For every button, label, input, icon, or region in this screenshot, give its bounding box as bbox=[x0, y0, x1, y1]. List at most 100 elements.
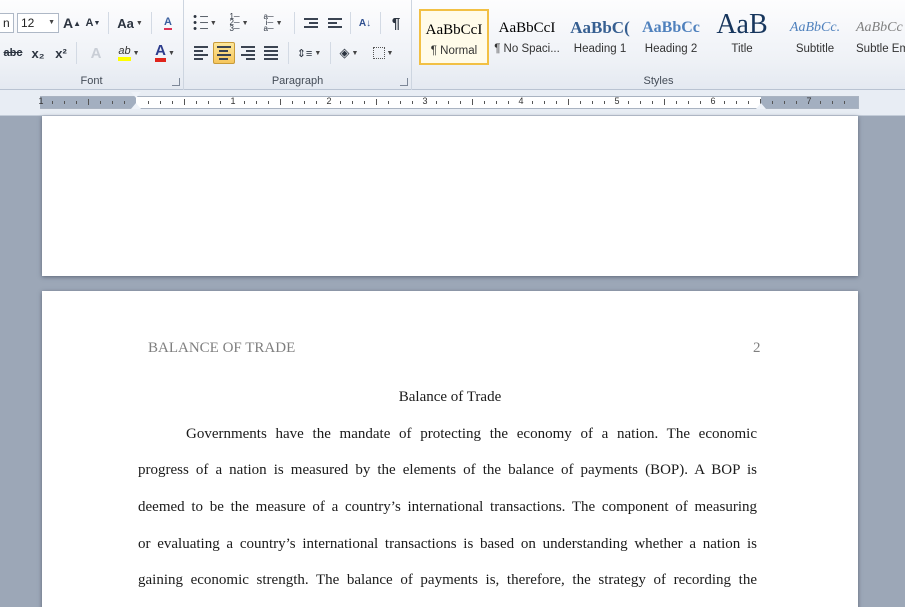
ruler-tick bbox=[244, 101, 245, 104]
ruler-number: 2 bbox=[326, 96, 332, 106]
align-left-icon bbox=[194, 44, 208, 62]
text-effects-button[interactable]: A bbox=[84, 42, 108, 64]
decrease-indent-button[interactable] bbox=[300, 12, 322, 34]
ruler-tick bbox=[292, 101, 293, 104]
ruler-tick bbox=[628, 101, 629, 104]
dialog-launcher-icon[interactable] bbox=[172, 78, 180, 86]
ruler-tick bbox=[472, 99, 473, 105]
highlight-button[interactable]: ab ▼ bbox=[113, 42, 145, 64]
font-color-button[interactable]: A ▼ bbox=[150, 42, 180, 64]
divider bbox=[288, 42, 289, 64]
increase-indent-icon bbox=[328, 16, 342, 30]
font-size-combo[interactable]: 12 ▼ bbox=[17, 13, 59, 33]
ruler-tick bbox=[844, 101, 845, 104]
ruler-tick bbox=[724, 101, 725, 104]
paragraph-line: progress of a nation is measured by the … bbox=[138, 462, 757, 478]
increase-indent-button[interactable] bbox=[324, 12, 346, 34]
font-size-value: 12 bbox=[21, 16, 35, 30]
ruler-tick bbox=[700, 101, 701, 104]
divider bbox=[330, 42, 331, 64]
style-subtle-emphasis[interactable]: AaBbCc Subtle Em bbox=[852, 9, 905, 65]
style-name: ¶ No Spaci... bbox=[494, 43, 560, 55]
hanging-indent-marker[interactable] bbox=[131, 103, 141, 109]
ruler-tick bbox=[304, 101, 305, 104]
align-center-icon bbox=[217, 44, 231, 62]
style-title[interactable]: AaB Title bbox=[707, 9, 777, 65]
ruler-tick bbox=[640, 101, 641, 104]
ruler-tick bbox=[460, 101, 461, 104]
ruler-tick bbox=[196, 101, 197, 104]
ruler-number: 7 bbox=[806, 96, 812, 106]
document-page[interactable]: BALANCE OF TRADE 2 Balance of Trade Gove… bbox=[42, 291, 858, 607]
highlighter-icon: ab bbox=[118, 45, 131, 61]
style-name: ¶ Normal bbox=[430, 45, 478, 57]
right-indent-marker[interactable] bbox=[756, 103, 766, 109]
ruler-tick bbox=[556, 101, 557, 104]
chevron-down-icon: ▼ bbox=[132, 49, 140, 57]
paragraph-group: • ─ • ─ • ─ ▼ 1─ 2─ 3─ ▼ a─ i─ a─ ▼ A↓ ¶ ⇕≡ ▼ ◈ ▼ … bbox=[184, 0, 412, 90]
decrease-indent-icon bbox=[304, 16, 318, 30]
document-page[interactable] bbox=[42, 116, 858, 276]
divider bbox=[380, 12, 381, 34]
justify-button[interactable] bbox=[260, 42, 282, 64]
font-name-combo[interactable]: n bbox=[0, 13, 14, 33]
ruler-tick bbox=[832, 101, 833, 104]
numbering-button[interactable]: 1─ 2─ 3─ ▼ bbox=[224, 12, 254, 34]
style-name: Heading 1 bbox=[573, 43, 627, 55]
sort-button[interactable]: A↓ bbox=[354, 12, 376, 34]
align-right-icon bbox=[241, 44, 255, 62]
align-right-button[interactable] bbox=[237, 42, 259, 64]
ruler-tick bbox=[124, 101, 125, 104]
strikethrough-button[interactable]: abc bbox=[3, 42, 23, 64]
style-sample: AaBbCcI bbox=[425, 22, 483, 38]
ruler-tick bbox=[280, 99, 281, 105]
ruler-tick bbox=[352, 101, 353, 104]
ruler-tick bbox=[772, 101, 773, 104]
chevron-down-icon: ▼ bbox=[135, 19, 143, 27]
style-heading-2[interactable]: AaBbCc Heading 2 bbox=[636, 9, 706, 65]
ruler-tick bbox=[112, 101, 113, 104]
paragraph-group-label: Paragraph bbox=[271, 75, 324, 87]
ruler-tick bbox=[676, 101, 677, 104]
chevron-down-icon: ▼ bbox=[386, 49, 394, 57]
style-heading-1[interactable]: AaBbC( Heading 1 bbox=[565, 9, 635, 65]
chevron-down-icon: ▼ bbox=[241, 19, 249, 27]
ruler-tick bbox=[376, 99, 377, 105]
paragraph-line: or evaluating a country’s international … bbox=[138, 536, 757, 552]
ruler-tick bbox=[340, 101, 341, 104]
ruler-tick bbox=[172, 101, 173, 104]
paragraph-line: gaining economic strength. The balance o… bbox=[138, 572, 757, 588]
divider bbox=[151, 12, 152, 34]
subscript-button[interactable]: x₂ bbox=[28, 42, 48, 64]
shading-button[interactable]: ◈ ▼ bbox=[334, 42, 364, 64]
bullets-button[interactable]: • ─ • ─ • ─ ▼ bbox=[190, 11, 220, 35]
first-line-indent-marker[interactable] bbox=[131, 92, 141, 98]
align-center-button[interactable] bbox=[213, 42, 235, 64]
align-left-button[interactable] bbox=[190, 42, 212, 64]
style-no-spacing[interactable]: AaBbCcI ¶ No Spaci... bbox=[492, 9, 562, 65]
bullets-icon: • ─ • ─ • ─ bbox=[193, 11, 208, 35]
shrink-font-button[interactable]: A ▼ bbox=[84, 12, 102, 34]
ruler-tick bbox=[364, 101, 365, 104]
ruler-number: 3 bbox=[422, 96, 428, 106]
change-case-button[interactable]: Aa ▼ bbox=[116, 12, 144, 34]
font-group: n 12 ▼ A ▲ A ▼ Aa ▼ A abc x₂ x² A ab ▼ A ▼ F… bbox=[0, 0, 184, 90]
show-formatting-marks-button[interactable]: ¶ bbox=[385, 12, 407, 34]
ruler-tick bbox=[664, 99, 665, 105]
clear-formatting-button[interactable]: A bbox=[157, 12, 179, 34]
ruler-tick bbox=[412, 101, 413, 104]
borders-button[interactable]: ▼ bbox=[368, 42, 398, 64]
line-spacing-button[interactable]: ⇕≡ ▼ bbox=[294, 42, 324, 64]
ruler-tick bbox=[64, 101, 65, 104]
superscript-button[interactable]: x² bbox=[51, 42, 71, 64]
grow-font-button[interactable]: A ▲ bbox=[63, 12, 81, 34]
horizontal-ruler[interactable]: 1 1 2 3 4 5 6 7 bbox=[0, 90, 905, 116]
style-sample: AaBbCc. bbox=[789, 20, 841, 35]
ruler-tick bbox=[652, 101, 653, 104]
style-subtitle[interactable]: AaBbCc. Subtitle bbox=[780, 9, 850, 65]
style-normal[interactable]: AaBbCcI ¶ Normal bbox=[419, 9, 489, 65]
ruler-tick bbox=[796, 101, 797, 104]
ruler-tick bbox=[148, 101, 149, 104]
multilevel-list-button[interactable]: a─ i─ a─ ▼ bbox=[258, 12, 288, 34]
dialog-launcher-icon[interactable] bbox=[400, 78, 408, 86]
